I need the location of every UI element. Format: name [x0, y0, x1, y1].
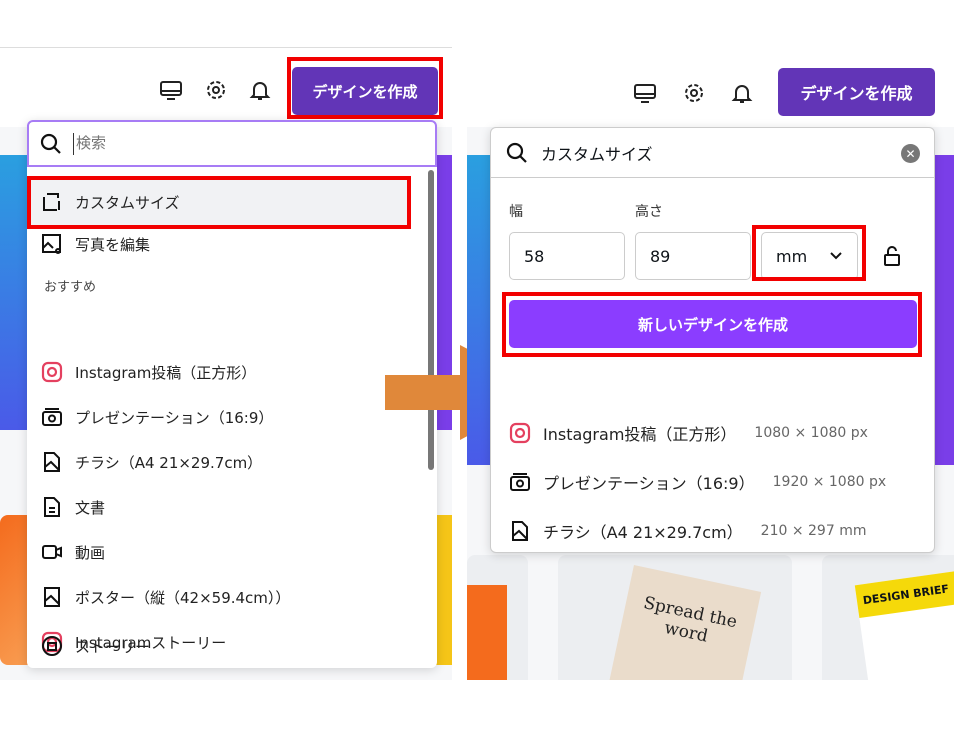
suggestion-size: 1080 × 1080 px — [754, 425, 868, 441]
suggestion-item[interactable]: プレゼンテーション（16:9） 1920 × 1080 px — [491, 462, 934, 502]
thumbnail — [467, 555, 528, 680]
suggestion-item[interactable]: チラシ（A4 21×29.7cm） 210 × 297 mm — [491, 511, 934, 551]
menu-item-label: チラシ（A4 21×29.7cm） — [75, 453, 263, 472]
desktop-icon[interactable] — [633, 81, 657, 105]
menu-item[interactable]: チラシ（A4 21×29.7cm） — [27, 442, 437, 482]
create-design-button[interactable]: デザインを作成 — [292, 67, 438, 115]
thumbnail-flyer: Spread the word — [558, 555, 792, 680]
menu-item-label: Instagram投稿（正方形） — [75, 363, 257, 382]
brief-text: DESIGN BRIEF — [854, 570, 954, 619]
menu-item[interactable]: プレゼンテーション（16:9） — [27, 397, 437, 437]
top-bar: デザインを作成 — [0, 47, 452, 127]
search-field[interactable]: カスタムサイズ — [491, 128, 934, 178]
presentation-icon — [509, 471, 531, 493]
menu-item-label: カスタムサイズ — [75, 193, 180, 212]
gear-icon[interactable] — [682, 81, 706, 105]
unit-select[interactable]: mm — [761, 232, 858, 280]
search-icon — [40, 133, 61, 154]
width-input[interactable]: 58 — [509, 232, 625, 280]
suggestion-label: Instagram投稿（正方形） — [543, 425, 737, 444]
poster-icon — [41, 586, 63, 608]
menu-item[interactable]: 文書 — [27, 487, 437, 527]
right-screenshot: Spread the word DESIGN BRIEF デザインを作成 カスタ… — [467, 47, 954, 680]
gear-icon[interactable] — [204, 78, 228, 102]
menu-item-label: ポスター（縦（42×59.4cm）） — [75, 588, 291, 607]
suggestion-size: 210 × 297 mm — [760, 523, 867, 539]
width-label: 幅 — [509, 204, 523, 220]
section-title: おすすめ — [44, 280, 97, 295]
new-design-button[interactable]: 新しいデザインを作成 — [509, 300, 917, 348]
create-dropdown: カスタムサイズ 写真を編集 おすすめ Instagram投稿（正方形） プレゼン… — [27, 120, 437, 668]
unit-value: mm — [776, 246, 808, 266]
flyer-text: Spread the word — [604, 565, 762, 680]
menu-item-label: 写真を編集 — [75, 235, 151, 254]
suggestion-item[interactable]: Instagram投稿（正方形） 1080 × 1080 px — [491, 413, 934, 453]
menu-item[interactable]: 動画 — [27, 532, 437, 572]
video-icon — [41, 541, 63, 563]
story-icon — [41, 635, 63, 657]
menu-item-label: 動画 — [75, 543, 106, 562]
suggestion-label: チラシ（A4 21×29.7cm） — [543, 523, 743, 542]
presentation-icon — [41, 406, 63, 428]
search-input[interactable] — [76, 135, 376, 152]
menu-item-custom-size[interactable]: カスタムサイズ — [27, 178, 407, 226]
bell-icon[interactable] — [730, 81, 754, 105]
bell-icon[interactable] — [248, 78, 272, 102]
height-input[interactable]: 89 — [635, 232, 751, 280]
chevron-down-icon — [830, 252, 842, 260]
height-label: 高さ — [635, 204, 663, 220]
menu-item-label: 文書 — [75, 498, 106, 517]
instagram-icon — [509, 422, 531, 444]
suggestion-label: プレゼンテーション（16:9） — [543, 474, 755, 493]
custom-size-dropdown: カスタムサイズ ✕ 幅 高さ 58 89 mm 新しいデザインを作成 Insta… — [490, 127, 935, 553]
flyer-icon — [41, 451, 63, 473]
clear-icon[interactable]: ✕ — [901, 144, 920, 163]
top-bar: デザインを作成 — [467, 47, 954, 127]
menu-item[interactable]: Instagram投稿（正方形） — [27, 352, 437, 392]
search-field[interactable] — [27, 120, 437, 167]
menu-item[interactable]: ポスター（縦（42×59.4cm）） — [27, 577, 437, 617]
desktop-icon[interactable] — [159, 78, 183, 102]
banner-purple — [933, 155, 954, 465]
search-value[interactable]: カスタムサイズ — [541, 141, 653, 165]
lock-open-icon[interactable] — [883, 246, 901, 266]
search-icon — [506, 142, 527, 163]
menu-item-photo-edit[interactable]: 写真を編集 — [27, 224, 437, 264]
create-design-button[interactable]: デザインを作成 — [778, 68, 935, 116]
suggestion-size: 1920 × 1080 px — [772, 474, 887, 490]
document-icon — [41, 496, 63, 518]
flyer-icon — [509, 520, 531, 542]
custom-size-icon — [41, 191, 63, 213]
photo-edit-icon — [41, 233, 63, 255]
menu-item-label: ストーリー — [75, 637, 151, 656]
menu-item-label: プレゼンテーション（16:9） — [75, 408, 274, 427]
thumbnail-brief: DESIGN BRIEF — [822, 555, 954, 680]
instagram-icon — [41, 361, 63, 383]
